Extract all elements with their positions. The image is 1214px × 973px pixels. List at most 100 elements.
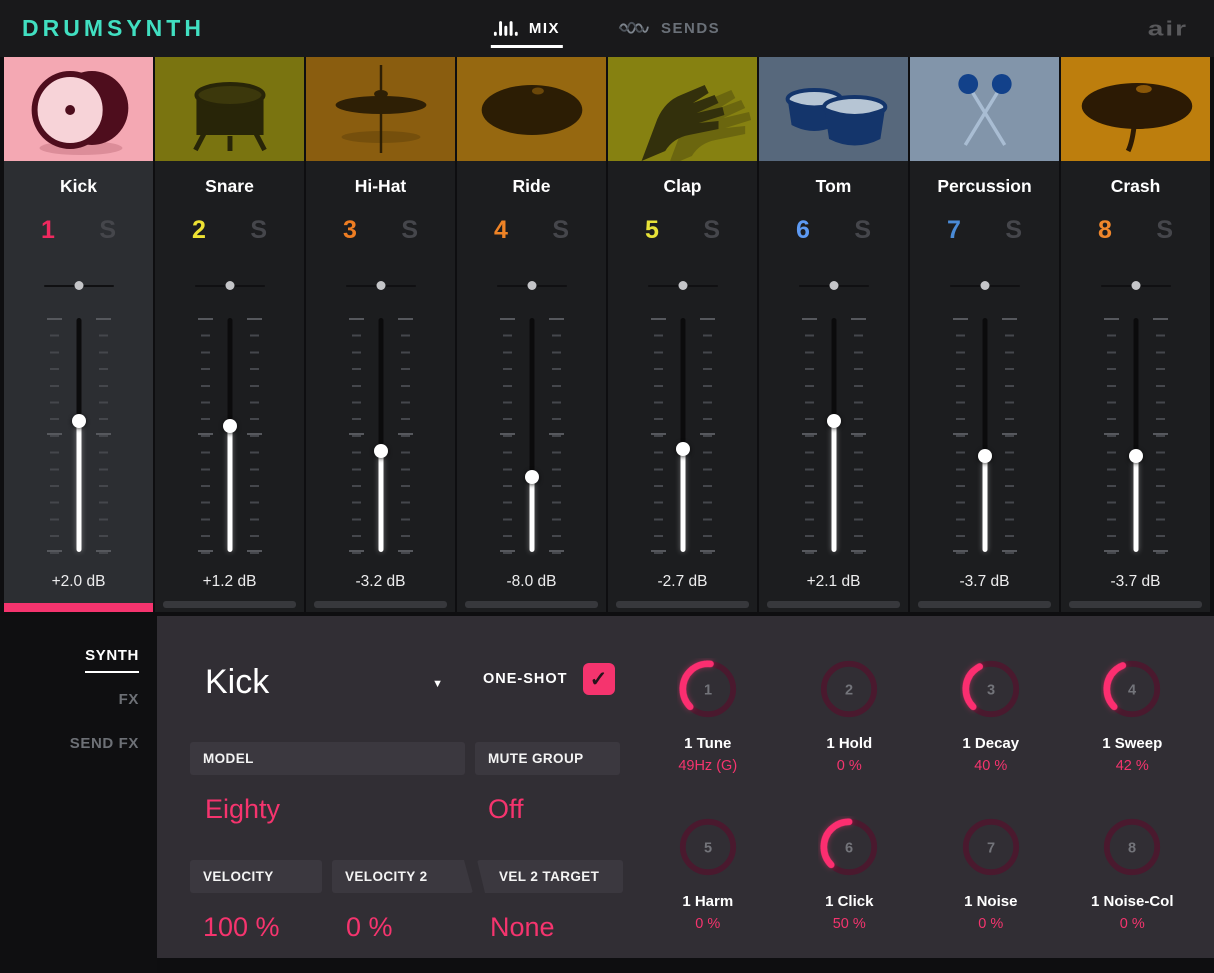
knob-dial[interactable]: 5 — [677, 816, 739, 878]
solo-button[interactable]: S — [703, 216, 720, 245]
fader-ticks-left — [200, 318, 210, 554]
fader-handle[interactable] — [826, 413, 841, 428]
fader-fill — [982, 456, 987, 552]
channel-strips: Kick 1 S +2.0 dB Snare 2 S +1.2 dB Hi-Ha… — [4, 57, 1210, 612]
solo-button[interactable]: S — [1005, 216, 1022, 245]
pan-knob[interactable] — [829, 281, 838, 290]
channel-strip[interactable]: Kick 1 S +2.0 dB — [4, 57, 153, 612]
volume-fader[interactable] — [191, 318, 269, 554]
fader-ticks-left — [49, 318, 59, 554]
fader-handle[interactable] — [675, 442, 690, 457]
pan-slider[interactable] — [949, 281, 1020, 291]
vel2-target-value[interactable]: None — [490, 912, 555, 943]
pan-knob[interactable] — [376, 281, 385, 290]
fader-ticks-right — [249, 318, 259, 554]
channel-thumbnail[interactable] — [155, 57, 304, 161]
solo-button[interactable]: S — [854, 216, 871, 245]
volume-fader[interactable] — [946, 318, 1024, 554]
knob-dial[interactable]: 8 — [1101, 816, 1163, 878]
fader-handle[interactable] — [222, 418, 237, 433]
fader-handle[interactable] — [1128, 449, 1143, 464]
pan-slider[interactable] — [43, 281, 114, 291]
synth-panel: Kick ▼ ONE-SHOT ✓ MODEL MUTE GROUP Eight… — [157, 616, 1214, 958]
knob-dial[interactable]: 3 — [960, 658, 1022, 720]
knob[interactable]: 3 1 Decay 40 % — [920, 654, 1062, 812]
sidebar-item-synth[interactable]: SYNTH — [85, 647, 139, 673]
channel-number: 7 — [947, 216, 961, 244]
channel-thumbnail[interactable] — [306, 57, 455, 161]
velocity2-value[interactable]: 0 % — [346, 912, 393, 943]
channel-thumbnail[interactable] — [910, 57, 1059, 161]
channel-strip[interactable]: Clap 5 S -2.7 dB — [608, 57, 757, 612]
solo-button[interactable]: S — [1156, 216, 1173, 245]
volume-fader[interactable] — [342, 318, 420, 554]
channel-strip[interactable]: Snare 2 S +1.2 dB — [155, 57, 304, 612]
fader-handle[interactable] — [524, 470, 539, 485]
volume-fader[interactable] — [795, 318, 873, 554]
model-value[interactable]: Eighty — [205, 794, 280, 825]
knob[interactable]: 8 1 Noise-Col 0 % — [1062, 812, 1204, 970]
knob-dial[interactable]: 4 — [1101, 658, 1163, 720]
strip-indicator — [465, 601, 598, 608]
checkmark-icon: ✓ — [589, 667, 608, 691]
sidebar-item-send-fx[interactable]: SEND FX — [70, 735, 139, 759]
pan-knob[interactable] — [980, 281, 989, 290]
channel-strip[interactable]: Crash 8 S -3.7 dB — [1061, 57, 1210, 612]
knob[interactable]: 6 1 Click 50 % — [779, 812, 921, 970]
volume-fader[interactable] — [644, 318, 722, 554]
fader-handle[interactable] — [977, 449, 992, 464]
pan-slider[interactable] — [496, 281, 567, 291]
knob-dial[interactable]: 6 — [818, 816, 880, 878]
solo-button[interactable]: S — [250, 216, 267, 245]
tab-sends[interactable]: SENDS — [618, 0, 720, 57]
pan-knob[interactable] — [527, 281, 536, 290]
tab-mix[interactable]: MIX — [490, 0, 564, 57]
fader-handle[interactable] — [373, 444, 388, 459]
velocity-value[interactable]: 100 % — [203, 912, 280, 943]
pan-slider[interactable] — [345, 281, 416, 291]
sidebar-item-fx[interactable]: FX — [119, 691, 139, 715]
mute-group-value[interactable]: Off — [488, 794, 524, 825]
channel-number: 6 — [796, 216, 810, 244]
preset-selector[interactable]: Kick ▼ — [205, 660, 443, 704]
solo-button[interactable]: S — [99, 216, 116, 245]
volume-fader[interactable] — [40, 318, 118, 554]
pan-knob[interactable] — [678, 281, 687, 290]
channel-strip[interactable]: Hi-Hat 3 S -3.2 dB — [306, 57, 455, 612]
fader-handle[interactable] — [71, 413, 86, 428]
channel-strip[interactable]: Tom 6 S +2.1 dB — [759, 57, 908, 612]
tab-mix-label: MIX — [528, 20, 560, 37]
knob[interactable]: 1 1 Tune 49Hz (G) — [637, 654, 779, 812]
knob-dial[interactable]: 2 — [818, 658, 880, 720]
channel-strip[interactable]: Percussion 7 S -3.7 dB — [910, 57, 1059, 612]
pan-knob[interactable] — [74, 281, 83, 290]
pan-knob[interactable] — [225, 281, 234, 290]
knob-value: 0 % — [695, 916, 721, 932]
fader-ticks-right — [1004, 318, 1014, 554]
volume-fader[interactable] — [1097, 318, 1175, 554]
solo-button[interactable]: S — [552, 216, 569, 245]
knob[interactable]: 4 1 Sweep 42 % — [1062, 654, 1204, 812]
channel-strip[interactable]: Ride 4 S -8.0 dB — [457, 57, 606, 612]
knob[interactable]: 7 1 Noise 0 % — [920, 812, 1062, 970]
channel-thumbnail[interactable] — [1061, 57, 1210, 161]
knob[interactable]: 2 1 Hold 0 % — [779, 654, 921, 812]
pan-knob[interactable] — [1131, 281, 1140, 290]
pan-slider[interactable] — [194, 281, 265, 291]
strip-indicator — [314, 601, 447, 608]
pan-slider[interactable] — [647, 281, 718, 291]
volume-fader[interactable] — [493, 318, 571, 554]
pan-slider[interactable] — [798, 281, 869, 291]
knob-dial[interactable]: 7 — [960, 816, 1022, 878]
oneshot-control: ONE-SHOT ✓ — [483, 663, 615, 695]
channel-thumbnail[interactable] — [457, 57, 606, 161]
pan-slider[interactable] — [1100, 281, 1171, 291]
oneshot-checkbox[interactable]: ✓ — [582, 663, 615, 695]
knob-dial[interactable]: 1 — [677, 658, 739, 720]
fader-fill — [529, 477, 534, 552]
channel-thumbnail[interactable] — [608, 57, 757, 161]
channel-thumbnail[interactable] — [4, 57, 153, 161]
channel-thumbnail[interactable] — [759, 57, 908, 161]
solo-button[interactable]: S — [401, 216, 418, 245]
knob[interactable]: 5 1 Harm 0 % — [637, 812, 779, 970]
